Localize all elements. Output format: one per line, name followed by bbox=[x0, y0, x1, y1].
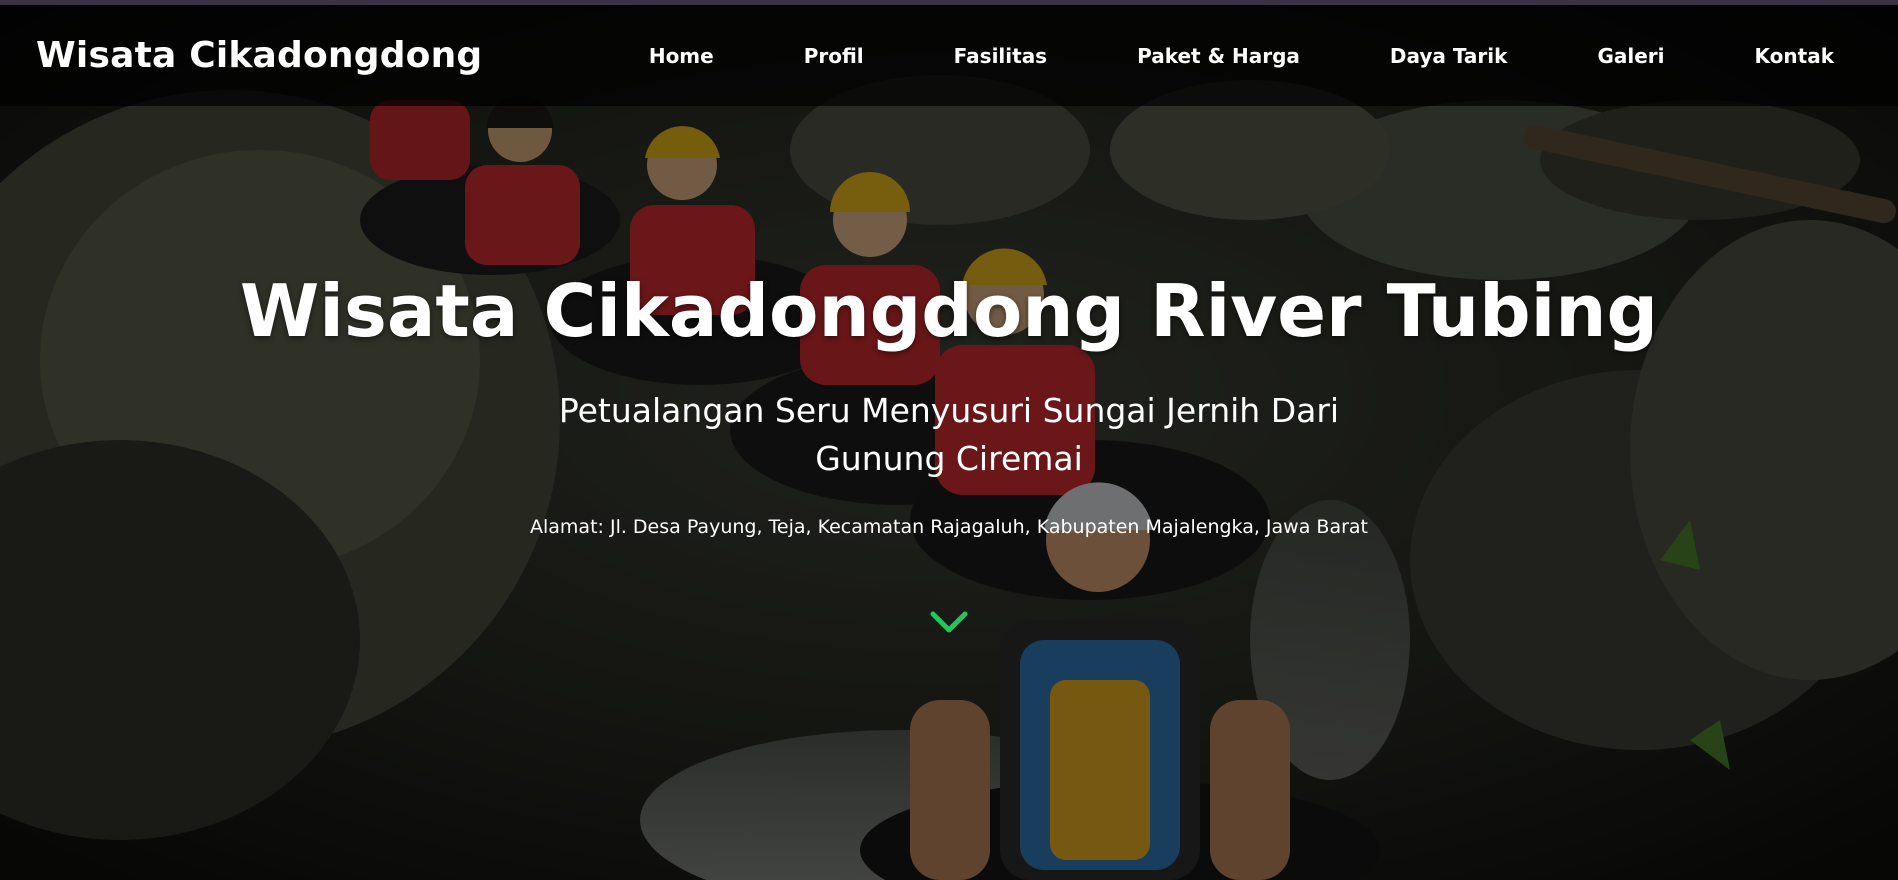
nav-link-profil[interactable]: Profil bbox=[804, 44, 864, 68]
nav-menu: Home Profil Fasilitas Paket & Harga Daya… bbox=[649, 44, 1834, 68]
nav-link-kontak[interactable]: Kontak bbox=[1755, 44, 1834, 68]
hero-address: Alamat: Jl. Desa Payung, Teja, Kecamatan… bbox=[530, 516, 1368, 539]
nav-link-home[interactable]: Home bbox=[649, 44, 714, 68]
nav-link-daya-tarik[interactable]: Daya Tarik bbox=[1390, 44, 1508, 68]
nav-link-fasilitas[interactable]: Fasilitas bbox=[954, 44, 1047, 68]
hero-title: Wisata Cikadongdong River Tubing bbox=[239, 269, 1659, 353]
hero-content: Wisata Cikadongdong River Tubing Petuala… bbox=[0, 269, 1898, 539]
chevron-down-icon[interactable] bbox=[929, 608, 969, 638]
navbar: Wisata Cikadongdong Home Profil Fasilita… bbox=[0, 5, 1898, 106]
brand-logo[interactable]: Wisata Cikadongdong bbox=[36, 35, 482, 76]
nav-link-galeri[interactable]: Galeri bbox=[1597, 44, 1664, 68]
hero-subtitle: Petualangan Seru Menyusuri Sungai Jernih… bbox=[558, 390, 1340, 478]
nav-link-paket-harga[interactable]: Paket & Harga bbox=[1137, 44, 1300, 68]
page: Wisata Cikadongdong Home Profil Fasilita… bbox=[0, 0, 1898, 880]
